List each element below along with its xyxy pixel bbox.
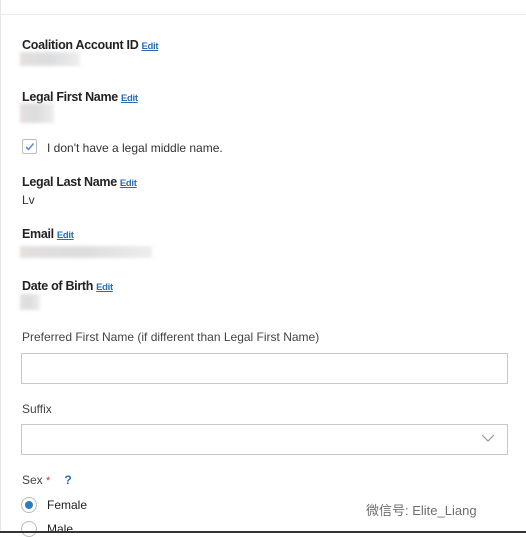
coalition-id-label: Coalition Account ID Edit xyxy=(22,38,159,52)
last-name-edit-link[interactable]: Edit xyxy=(120,178,137,189)
redacted-value xyxy=(20,52,80,66)
required-marker: * xyxy=(46,475,51,487)
email-edit-link[interactable]: Edit xyxy=(57,230,74,241)
divider xyxy=(0,14,526,15)
radio-female[interactable] xyxy=(21,497,37,513)
coalition-id-edit-link[interactable]: Edit xyxy=(141,41,158,52)
radio-male-label: Male xyxy=(47,522,74,536)
dob-label: Date of Birth Edit xyxy=(22,279,113,293)
radio-male[interactable] xyxy=(21,521,37,537)
last-name-label: Legal Last Name Edit xyxy=(22,175,137,189)
help-icon[interactable]: ? xyxy=(64,473,71,487)
first-name-label: Legal First Name Edit xyxy=(22,90,138,104)
suffix-select[interactable] xyxy=(21,424,508,455)
radio-female-label: Female xyxy=(47,498,88,512)
last-name-value: Lv xyxy=(22,193,35,207)
chevron-down-icon xyxy=(481,434,495,442)
first-name-edit-link[interactable]: Edit xyxy=(121,93,138,104)
redacted-value xyxy=(20,246,152,258)
preferred-name-input[interactable] xyxy=(21,353,508,384)
preferred-name-label: Preferred First Name (if different than … xyxy=(22,330,320,344)
check-icon xyxy=(25,142,35,151)
suffix-label: Suffix xyxy=(22,402,52,416)
no-middle-name-checkbox[interactable] xyxy=(22,139,37,154)
redacted-value xyxy=(20,103,54,123)
dob-edit-link[interactable]: Edit xyxy=(96,282,113,293)
email-label: Email Edit xyxy=(22,227,74,241)
redacted-value xyxy=(20,294,40,310)
no-middle-name-label: I don't have a legal middle name. xyxy=(47,141,223,155)
sex-label: Sex *? xyxy=(22,473,72,487)
watermark: 微信号: Elite_Liang xyxy=(366,503,477,518)
